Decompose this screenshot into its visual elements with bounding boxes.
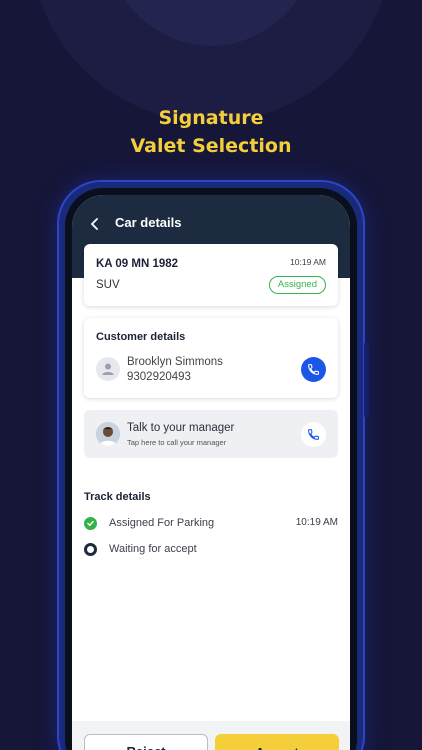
promo-headline: Signature Valet Selection [0, 104, 422, 160]
manager-avatar [96, 422, 120, 446]
manager-subtitle: Tap here to call your manager [127, 438, 227, 447]
radio-pending-icon [84, 543, 97, 556]
headline-line-1: Signature [158, 107, 264, 129]
chevron-left-icon[interactable] [90, 217, 100, 230]
customer-phone: 9302920493 [127, 371, 191, 383]
manager-title: Talk to your manager [127, 422, 235, 434]
car-time: 10:19 AM [290, 257, 326, 267]
phone-side-button [364, 342, 369, 418]
app-screen: Car details KA 09 MN 1982 10:19 AM SUV A… [72, 195, 350, 750]
page-title: Car details [115, 215, 182, 230]
customer-card: Customer details Brooklyn Simmons 930292… [84, 318, 338, 398]
track-step-label: Waiting for accept [109, 543, 197, 555]
customer-avatar [96, 357, 120, 381]
track-step-label: Assigned For Parking [109, 517, 215, 529]
track-step: Assigned For Parking 10:19 AM [84, 516, 338, 532]
call-manager-card[interactable]: Talk to your manager Tap here to call yo… [84, 410, 338, 458]
call-manager-button[interactable] [301, 422, 326, 447]
status-badge: Assigned [268, 276, 326, 294]
phone-icon [308, 364, 319, 375]
car-plate: KA 09 MN 1982 [96, 258, 179, 270]
track-step: Waiting for accept [84, 542, 338, 558]
car-type: SUV [96, 279, 120, 291]
reject-button[interactable]: Reject [84, 734, 208, 750]
accept-button[interactable]: Accept [215, 734, 339, 750]
phone-icon [308, 429, 319, 440]
customer-section-title: Customer details [96, 331, 186, 343]
phone-mockup: Car details KA 09 MN 1982 10:19 AM SUV A… [57, 180, 369, 750]
headline-line-2: Valet Selection [130, 135, 292, 157]
check-circle-icon [84, 517, 97, 530]
manager-photo-icon [96, 422, 120, 446]
phone-frame: Car details KA 09 MN 1982 10:19 AM SUV A… [65, 188, 357, 750]
track-section-title: Track details [84, 491, 151, 503]
car-card: KA 09 MN 1982 10:19 AM SUV Assigned [84, 244, 338, 306]
customer-name: Brooklyn Simmons [127, 356, 223, 368]
track-step-time: 10:19 AM [295, 517, 338, 528]
call-customer-button[interactable] [301, 357, 326, 382]
user-icon [102, 363, 114, 375]
